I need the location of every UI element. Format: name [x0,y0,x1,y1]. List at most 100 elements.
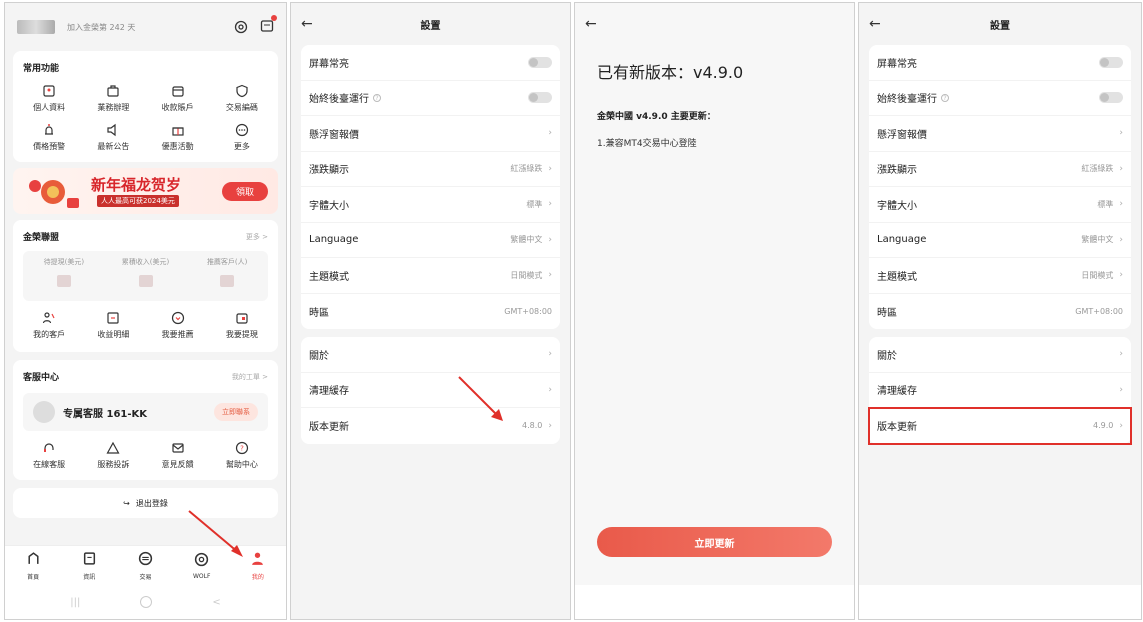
help-icon[interactable]: ? [373,93,381,102]
grid-item[interactable]: 更多 [210,119,274,158]
settings-item-label: 關於 [309,350,329,362]
tab-home[interactable]: 首頁 [5,546,61,585]
chevron-right-icon: › [1119,234,1123,245]
recommend-icon [171,311,185,325]
avatar[interactable] [17,20,55,34]
help-icon[interactable]: ? [941,93,949,102]
agent-avatar [33,401,55,423]
settings-item[interactable]: 字體大小 標準 › [301,187,560,223]
alliance-more-link[interactable]: 更多 > [246,232,268,242]
settings-item[interactable]: 版本更新 4.9.0 › [868,407,1132,445]
stat-label: 累積收入(美元) [121,258,170,266]
settings-item-value: 紅漲綠跌 [1081,164,1114,174]
contact-button[interactable]: 立即聯系 [214,403,258,421]
settings-icon[interactable] [234,20,248,34]
settings-item[interactable]: 清理緩存 › [869,373,1131,408]
settings-item[interactable]: 始終後臺運行? [869,81,1131,116]
update-subtitle: 金榮中國 v4.9.0 主要更新： [597,112,716,122]
chevron-right-icon: › [548,384,552,395]
grid-item[interactable]: 我的客戶 [17,307,81,346]
new-version-title: 已有新版本：v4.9.0 [597,63,744,82]
update-now-button[interactable]: 立即更新 [597,527,832,557]
settings-item-label: 屏幕常亮 [309,58,349,70]
settings-item-label: 屏幕常亮 [877,58,917,70]
common-functions-card: 常用功能 個人資料 業務辦理 收款賬戶 交易編碼 價格預警 最新公告 優惠活動 更多 [13,51,278,162]
toggle-switch[interactable] [528,56,552,68]
settings-item[interactable]: 時區 GMT+08:00 [301,294,560,330]
home-button-icon[interactable] [140,596,153,608]
grid-item[interactable]: 我要提現 [210,307,274,346]
chevron-right-icon: › [548,270,552,281]
grid-item[interactable]: 價格預警 [17,119,81,158]
settings-item[interactable]: 字體大小 標準 › [869,187,1131,223]
grid-item[interactable]: 業務辦理 [81,80,145,119]
back-arrow-icon[interactable]: ← [301,16,313,32]
settings-item[interactable]: 主題模式 日間模式 › [869,258,1131,294]
settings-item-value: 紅漲綠跌 [510,164,543,174]
settings-item-label: Language [877,234,927,246]
grid-item-label: 業務辦理 [97,103,130,112]
settings-item[interactable]: 時區 GMT+08:00 [869,294,1131,330]
settings-item-label: 漲跌顯示 [309,165,349,177]
grid-item[interactable]: 收款賬戶 [146,80,210,119]
settings-item[interactable]: 版本更新 4.8.0 › [301,408,560,444]
grid-item[interactable]: 意見反饋 [146,437,210,476]
grid-item[interactable]: 交易編碼 [210,80,274,119]
grid-item[interactable]: ? 幫助中心 [210,437,274,476]
back-arrow-icon[interactable]: ← [869,16,881,32]
settings-item[interactable]: Language 繁體中文 › [301,223,560,258]
settings-item-label: 懸浮窗報價 [309,129,359,141]
alliance-stats: 待提現(美元) 累積收入(美元) 推薦客戶(人) [23,251,268,301]
grid-item[interactable]: 個人資料 [17,80,81,119]
grid-item-label: 服務投訴 [97,460,130,469]
my-tickets-link[interactable]: 我的工單 > [232,372,268,382]
settings-item[interactable]: 屏幕常亮 [301,45,560,81]
claim-button[interactable]: 領取 [221,182,268,201]
toggle-switch[interactable] [1099,92,1123,104]
grid-item[interactable]: 服務投訴 [81,437,145,476]
settings-item[interactable]: 漲跌顯示 紅漲綠跌 › [869,152,1131,187]
recent-apps-icon[interactable]: ||| [70,597,80,608]
settings-item[interactable]: 始終後臺運行? [301,81,560,116]
grid-item[interactable]: 在線客服 [17,437,81,476]
chevron-right-icon: › [548,128,552,139]
settings-item[interactable]: Language 繁體中文 › [869,223,1131,258]
settings-item-value: 日間模式 [510,270,543,280]
settings-item[interactable]: 關於 › [301,337,560,373]
grid-item[interactable]: 我要推薦 [146,307,210,346]
settings-item[interactable]: 關於 › [869,337,1131,373]
stat-value-blurred [138,275,153,287]
back-nav-icon[interactable]: < [212,597,220,608]
alarm-icon [42,123,56,137]
more-icon [235,123,249,137]
people-icon [42,311,56,325]
grid-item[interactable]: 收益明細 [81,307,145,346]
back-arrow-icon[interactable]: ← [585,16,597,32]
toggle-switch[interactable] [1099,56,1123,68]
ledger-icon [106,311,120,325]
settings-item-label: 主題模式 [877,271,917,283]
settings-item[interactable]: 懸浮窗報價 › [869,116,1131,152]
help-icon: ? [235,441,249,455]
settings-item[interactable]: 清理緩存 › [301,373,560,408]
my-profile-screen: 加入金榮第 242 天 常用功能 個人資料 業務辦理 收款賬戶 交易編碼 價格預警 最新公… [4,2,287,620]
settings-item[interactable]: 漲跌顯示 紅漲綠跌 › [301,152,560,187]
messages-icon[interactable] [260,14,277,37]
new-year-banner[interactable]: 新年福龙贺岁 人人最高可获2024美元 領取 [13,168,278,214]
grid-item[interactable]: 最新公告 [81,119,145,158]
bottom-bar [859,585,1141,619]
toggle-switch[interactable] [528,92,552,104]
settings-item-label: 漲跌顯示 [877,165,917,177]
home-icon [26,551,41,570]
settings-item[interactable]: 懸浮窗報價 › [301,116,560,152]
red-arrow-annotation [188,510,243,557]
trade-icon [138,551,153,570]
settings-item-label: 主題模式 [309,271,349,283]
tab-trade[interactable]: 交易 [117,546,173,585]
settings-item-value: 繁體中文 [1081,235,1114,245]
wallet-icon [171,84,185,98]
tab-news[interactable]: 資訊 [61,546,117,585]
settings-item[interactable]: 主題模式 日間模式 › [301,258,560,294]
settings-item[interactable]: 屏幕常亮 [869,45,1131,81]
grid-item[interactable]: 優惠活動 [146,119,210,158]
